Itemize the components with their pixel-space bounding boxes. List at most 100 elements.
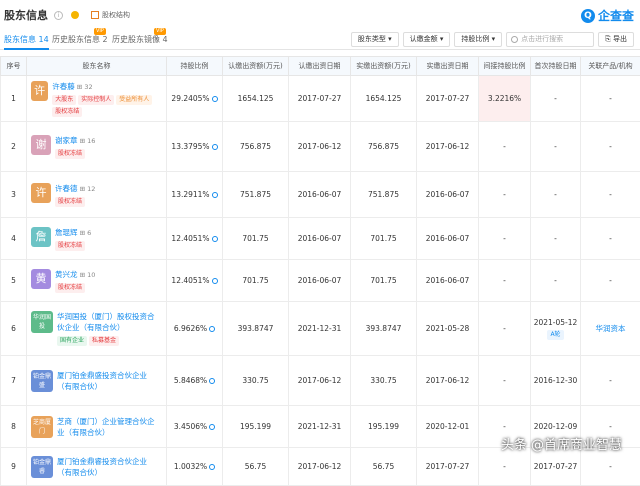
table-cell: 330.75 [223, 356, 289, 406]
section-header: 股东信息 i 股权结构 [0, 0, 640, 30]
shareholder-name-link[interactable]: 华润国投（厦门）股权投资合伙企业（有限合伙） [57, 311, 161, 333]
table-cell: 2021-05-28 [417, 302, 479, 356]
sun-icon [71, 11, 79, 19]
chart-icon[interactable] [212, 96, 218, 102]
first-hold-date: - [531, 218, 581, 260]
ratio-cell: 5.8468% [167, 356, 223, 406]
vip-badge: VIP [154, 28, 166, 35]
table-cell: 701.75 [223, 260, 289, 302]
first-date: - [531, 276, 580, 285]
shareholder-name-cell: 铂金鼎盛厦门铂金鼎盛投资合伙企业（有限合伙） [27, 356, 167, 406]
tag-badge: 私募基金 [89, 336, 119, 346]
column-header[interactable]: 认缴出资日期 [289, 57, 351, 76]
shareholder-name-link[interactable]: 詹琨辉 [55, 228, 78, 237]
shareholder-name-link[interactable]: 黄兴龙 [55, 270, 78, 279]
round-tag[interactable]: A轮 [547, 330, 563, 340]
first-hold-date: 2017-07-27 [531, 448, 581, 486]
table-cell: 1654.125 [351, 76, 417, 122]
related-product: - [581, 172, 640, 218]
ratio-cell: 12.4051% [167, 260, 223, 302]
related-count[interactable]: ⊞ 16 [78, 137, 96, 145]
ratio-value: 6.9626% [174, 324, 207, 333]
chart-icon[interactable] [209, 378, 215, 384]
chart-icon[interactable] [209, 424, 215, 430]
tab-history-shareholder[interactable]: 历史股东信息 2VIP [52, 34, 108, 45]
related-count[interactable]: ⊞ 10 [78, 271, 96, 279]
indirect-ratio: - [479, 260, 531, 302]
column-header[interactable]: 实缴出资额(万元) [351, 57, 417, 76]
shareholder-type-dropdown[interactable]: 股东类型 ▾ [351, 32, 399, 47]
related-product: - [581, 218, 640, 260]
shareholder-name-link[interactable]: 许春藤 [52, 82, 75, 91]
column-header[interactable]: 股东名称 [27, 57, 167, 76]
indirect-ratio: - [479, 448, 531, 486]
table-cell: 701.75 [351, 218, 417, 260]
shareholder-name-link[interactable]: 芝商（厦门）企业管理合伙企业（有限合伙） [57, 416, 161, 438]
ratio-value: 12.4051% [171, 234, 209, 243]
tab-shareholder-info[interactable]: 股东信息 14 [4, 34, 49, 50]
column-header[interactable]: 序号 [1, 57, 27, 76]
export-button[interactable]: ⎘ 导出 [598, 32, 634, 47]
column-header[interactable]: 关联产品/机构 [581, 57, 640, 76]
equity-structure-link[interactable]: 股权结构 [91, 10, 130, 20]
table-cell: 2017-06-12 [417, 122, 479, 172]
watermark: 头条 @首席商业智慧 [501, 434, 622, 453]
row-number: 6 [1, 302, 27, 356]
table-cell: 2016-06-07 [417, 172, 479, 218]
table-cell: 2021-12-31 [289, 302, 351, 356]
table-row: 3许许春德 ⊞ 12股权冻结13.2911%751.8752016-06-077… [1, 172, 640, 218]
column-header[interactable]: 间接持股比例 [479, 57, 531, 76]
indirect-ratio: - [479, 218, 531, 260]
column-header[interactable]: 实缴出资日期 [417, 57, 479, 76]
related-count[interactable]: ⊞ 32 [75, 83, 93, 91]
column-header[interactable]: 持股比例 [167, 57, 223, 76]
search-input[interactable]: 点击进行搜索 [506, 32, 594, 47]
first-date: - [531, 94, 580, 103]
shareholder-name-link[interactable]: 许春德 [55, 184, 78, 193]
chart-icon[interactable] [212, 278, 218, 284]
shareholder-name-link[interactable]: 厦门铂金鼎盛投资合伙企业（有限合伙） [57, 370, 161, 392]
chart-icon[interactable] [212, 236, 218, 242]
row-number: 5 [1, 260, 27, 302]
amount-dropdown[interactable]: 认缴金额 ▾ [403, 32, 451, 47]
related-product: - [581, 76, 640, 122]
table-cell: 2016-06-07 [289, 172, 351, 218]
ratio-cell: 3.4506% [167, 406, 223, 448]
column-header[interactable]: 首次持股日期 [531, 57, 581, 76]
table-cell: 2016-06-07 [289, 218, 351, 260]
table-row: 4詹詹琨辉 ⊞ 6股权冻结12.4051%701.752016-06-07701… [1, 218, 640, 260]
tag-badge: 股权冻结 [55, 241, 85, 251]
related-count[interactable]: ⊞ 6 [78, 229, 92, 237]
table-cell: 195.199 [351, 406, 417, 448]
table-cell: 2016-06-07 [289, 260, 351, 302]
related-product[interactable]: 华润资本 [581, 302, 640, 356]
ratio-cell: 13.3795% [167, 122, 223, 172]
table-cell: 2017-06-12 [289, 448, 351, 486]
row-number: 7 [1, 356, 27, 406]
table-cell: 756.875 [351, 122, 417, 172]
tab-history-mirror[interactable]: 历史股东镜像 4VIP [112, 34, 168, 45]
table-cell: 2017-07-27 [289, 76, 351, 122]
ratio-dropdown[interactable]: 持股比例 ▾ [454, 32, 502, 47]
table-header: 序号股东名称持股比例认缴出资额(万元)认缴出资日期实缴出资额(万元)实缴出资日期… [1, 57, 640, 76]
structure-icon [91, 11, 99, 19]
column-header[interactable]: 认缴出资额(万元) [223, 57, 289, 76]
table-cell: 1654.125 [223, 76, 289, 122]
tag-badge: 股权冻结 [55, 283, 85, 293]
related-count[interactable]: ⊞ 12 [78, 185, 96, 193]
shareholder-name-link[interactable]: 谢家章 [55, 136, 78, 145]
first-hold-date: - [531, 260, 581, 302]
shareholder-name-cell: 铂金鼎睿厦门铂金鼎睿投资合伙企业（有限合伙） [27, 448, 167, 486]
table-row: 1许许春藤 ⊞ 32大股东实际控制人受益所有人股权冻结29.2405%1654.… [1, 76, 640, 122]
chart-icon[interactable] [209, 326, 215, 332]
table-cell: 751.875 [351, 172, 417, 218]
chart-icon[interactable] [209, 464, 215, 470]
avatar: 黄 [31, 269, 51, 289]
chart-icon[interactable] [212, 192, 218, 198]
info-icon[interactable]: i [54, 11, 63, 20]
first-hold-date: - [531, 76, 581, 122]
avatar: 詹 [31, 227, 51, 247]
ratio-cell: 1.0032% [167, 448, 223, 486]
chart-icon[interactable] [212, 144, 218, 150]
table-cell: 2016-06-07 [417, 260, 479, 302]
